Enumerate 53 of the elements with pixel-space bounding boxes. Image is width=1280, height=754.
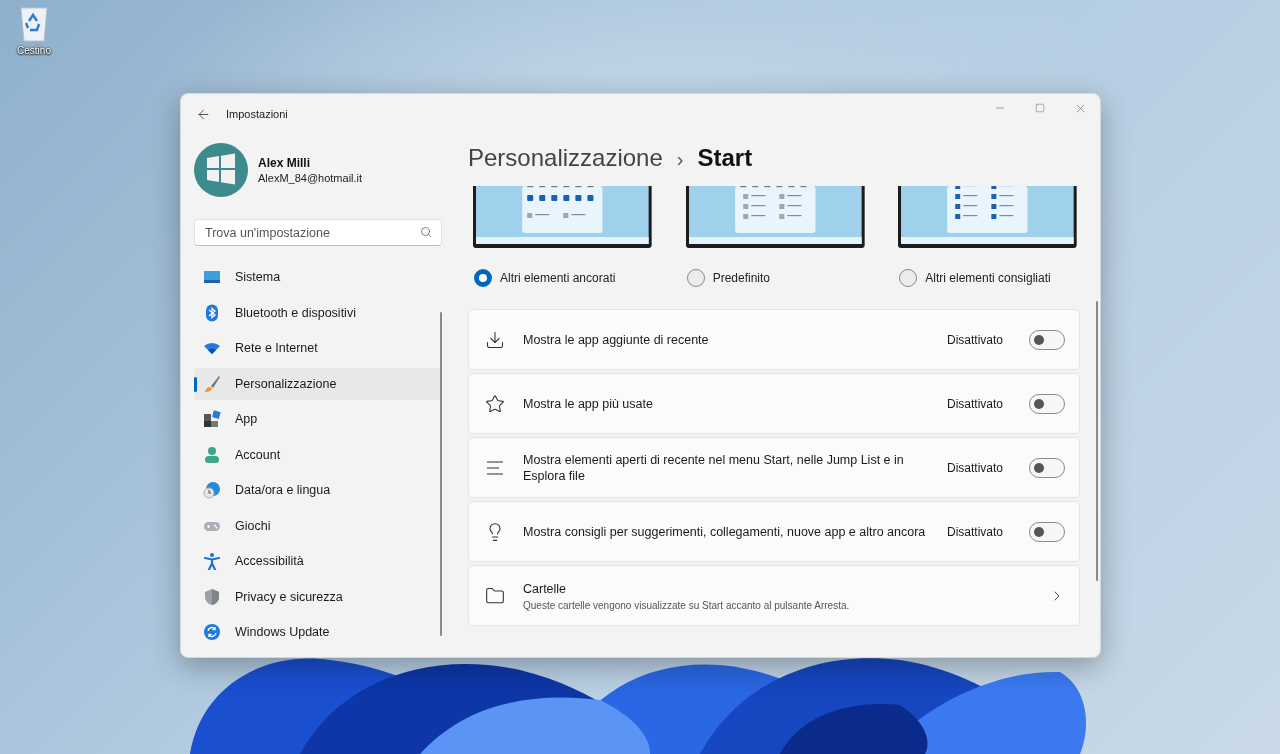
nav-item[interactable]: Giochi: [194, 509, 442, 542]
paintbrush-icon: [203, 374, 221, 393]
setting-link-card[interactable]: Cartelle Queste cartelle vengono visualizzate su Start accanto al pulsante Arresta.: [468, 565, 1080, 626]
toggle-state-text: Disattivato: [946, 524, 1003, 539]
toggle-switch[interactable]: [1029, 329, 1065, 350]
toggle-state-text: Disattivato: [946, 332, 1003, 347]
bluetooth-icon: [203, 303, 221, 322]
monitor-icon: [203, 268, 221, 286]
star-icon: [485, 393, 505, 414]
toggle-state-text: Disattivato: [946, 396, 1003, 411]
setting-label: Mostra consigli per suggerimenti, collegamenti, nuove app e altro ancora: [523, 523, 927, 540]
toggle-switch[interactable]: [1029, 457, 1065, 478]
folder-icon: [485, 585, 505, 606]
toggle-switch[interactable]: [1029, 521, 1065, 542]
nav-item[interactable]: Rete e Internet: [194, 332, 442, 364]
nav-item[interactable]: Privacy e sicurezza: [194, 580, 442, 613]
setting-label: Mostra le app più usate: [523, 395, 654, 412]
download-icon: [485, 329, 505, 350]
setting-label: Mostra le app aggiunte di recente: [523, 331, 710, 348]
desktop-icon-label: Cestino: [17, 45, 51, 56]
avatar[interactable]: [194, 143, 248, 197]
setting-label: Cartelle: [523, 580, 568, 597]
maximize-icon: [1035, 103, 1045, 113]
app-tiles-icon: [203, 410, 221, 428]
page-title: Start: [697, 144, 753, 172]
update-icon: [203, 623, 221, 641]
nav-item[interactable]: Bluetooth e dispositivi: [194, 296, 442, 329]
profile-email: AlexM_84@hotmail.it: [258, 172, 363, 184]
nav-item[interactable]: Data/ora e lingua: [194, 474, 442, 506]
breadcrumb-parent[interactable]: Personalizzazione: [468, 144, 663, 172]
search-field[interactable]: Trova un'impostazione: [194, 219, 442, 246]
setting-description: Queste cartelle vengono visualizzate su Start accanto al pulsante Arresta.: [523, 599, 851, 611]
toggle-state-text: Disattivato: [946, 460, 1003, 475]
setting-label: Mostra elementi aperti di recente nel menu Start, nelle Jump List e in Esplora file: [523, 451, 905, 484]
breadcrumb-separator: ›: [676, 148, 684, 171]
nav-item[interactable]: Sistema: [194, 261, 442, 293]
toggle-switch[interactable]: [1029, 393, 1065, 414]
nav-item[interactable]: Account: [194, 438, 442, 471]
search-icon: [420, 226, 432, 238]
accessibility-icon: [203, 552, 221, 570]
nav-item[interactable]: Personalizzazione: [194, 367, 442, 400]
layout-radio[interactable]: Predefinito: [686, 269, 866, 287]
nav-item[interactable]: Windows Update: [194, 616, 442, 648]
recycle-bin-icon[interactable]: [18, 4, 50, 42]
layout-radio[interactable]: Altri elementi ancorati: [474, 269, 653, 287]
shield-icon: [203, 587, 221, 606]
nav-item[interactable]: Accessibilità: [194, 545, 442, 577]
globe-clock-icon: [203, 481, 221, 499]
profile-name: Alex Milli: [258, 156, 311, 170]
person-icon: [203, 445, 221, 464]
window-title: Impostazioni: [226, 108, 288, 120]
layout-radio[interactable]: Altri elementi consigliati: [899, 269, 1078, 287]
nav-item[interactable]: App: [194, 403, 442, 435]
